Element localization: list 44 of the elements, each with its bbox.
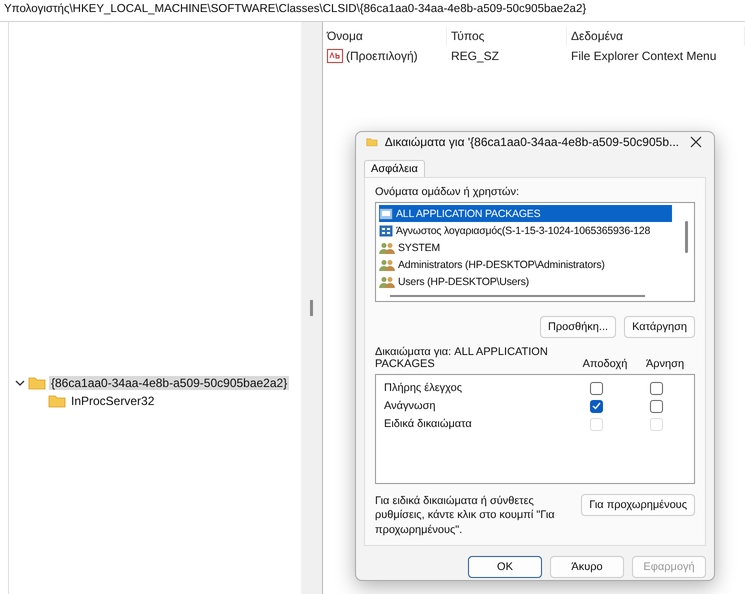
user-item[interactable]: Άγνωστος λογαριασμός(S-1-15-3-1024-1065365936-128 [379,222,672,239]
permissions-label: Δικαιώματα για: ALL APPLICATION PACKAGES [375,346,549,370]
tree-item[interactable]: InProcServer32 [69,394,156,408]
column-header[interactable]: Δεδομένα [567,26,745,46]
users-icon [379,276,395,288]
user-item[interactable]: Users (HP-DESKTOP\Users) [379,273,672,290]
scrollbar-thumb[interactable] [390,295,645,297]
user-item[interactable]: Administrators (HP-DESKTOP\Administrators) [379,256,672,273]
advanced-button[interactable]: Για προχωρημένους [581,494,695,516]
value-type: REG_SZ [450,48,500,65]
grid-icon [379,224,393,236]
checkbox[interactable] [650,382,662,394]
permission-name: Πλήρης έλεγχος [384,382,463,394]
value-data: File Explorer Context Menu [570,48,718,65]
user-action-button[interactable]: Κατάργηση [624,316,695,338]
permission-name: Ανάγνωση [384,400,436,412]
chevron-down-icon[interactable] [15,379,25,387]
tree-item[interactable]: {86ca1aa0-34aa-4e8b-a509-50c905bae2a2} [49,376,290,390]
scrollbar-thumb[interactable] [685,221,688,253]
users-icon [379,258,395,270]
users-icon [379,242,395,254]
value-name: (Προεπιλογή) [346,49,418,63]
dialog-title: Δικαιώματα για '{86ca1aa0-34aa-4e8b-a509-50c905b... [384,135,679,149]
user-action-button[interactable]: Προσθήκη... [540,316,616,338]
close-icon[interactable] [690,136,702,148]
checkbox[interactable] [650,400,662,412]
checkbox[interactable] [590,400,602,412]
folder-icon [28,376,46,390]
column-header[interactable]: Όνομα [323,26,447,46]
users-label: Ονόματα ομάδων ή χρηστών: [375,186,520,198]
advanced-hint: Για ειδικά δικαιώματα ή σύνθετες ρυθμίσεις, κάντε κλικ στο κουμπί "Για προχωρημένους". [375,494,556,537]
checkbox[interactable] [590,382,602,394]
string-value-icon [327,49,343,63]
user-item[interactable]: SYSTEM [379,239,672,256]
column-header[interactable]: Τύπος [447,26,567,46]
permission-name: Ειδικά δικαιώματα [384,418,473,430]
folder-icon [48,394,66,408]
dialog-button[interactable]: Άκυρο [550,556,624,578]
package-icon [379,208,393,220]
column-header: Αποδοχή [582,358,628,370]
dialog-button[interactable]: OK [468,556,542,578]
tab[interactable]: Ασφάλεια [364,160,425,177]
column-header: Άρνηση [644,358,686,370]
user-item[interactable]: ALL APPLICATION PACKAGES [379,205,672,222]
